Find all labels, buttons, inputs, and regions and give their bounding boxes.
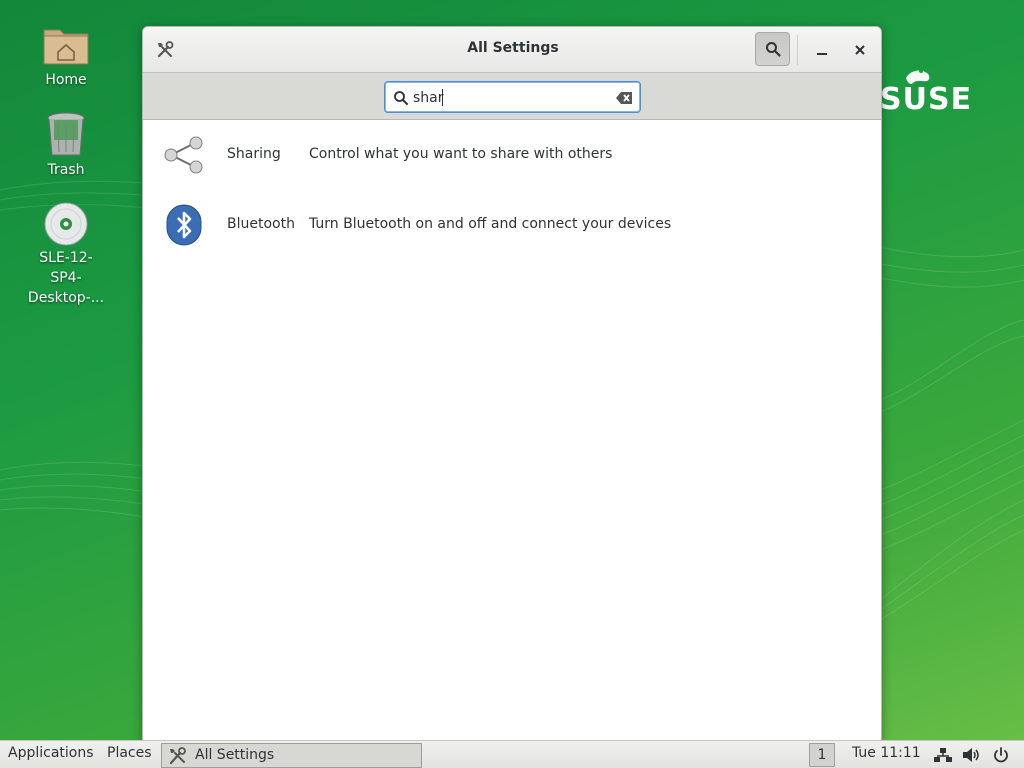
bottom-panel: Applications Places All Settings 1 Tue 1… — [0, 740, 1024, 768]
desktop-icon-label: Desktop-... — [27, 290, 105, 306]
close-button[interactable] — [845, 35, 875, 65]
clock[interactable]: Tue 11:11 — [852, 745, 921, 761]
bluetooth-icon — [166, 204, 202, 246]
desktop-icon-label: SLE-12- — [39, 250, 93, 266]
desktop-icon-label: Home — [45, 72, 87, 88]
result-description: Turn Bluetooth on and off and connect yo… — [309, 216, 672, 232]
result-row-bluetooth[interactable]: Bluetooth Turn Bluetooth on and off and … — [143, 190, 881, 260]
headerbar-separator — [797, 35, 798, 65]
places-menu[interactable]: Places — [107, 745, 152, 761]
settings-tools-icon — [157, 41, 174, 58]
minimize-icon — [817, 53, 827, 55]
search-toggle-button[interactable] — [755, 32, 790, 66]
search-icon — [394, 91, 408, 105]
close-icon — [855, 45, 865, 55]
desktop-icon-home[interactable]: Home — [26, 22, 106, 90]
clear-search-icon[interactable] — [615, 90, 633, 106]
workspace-switcher[interactable]: 1 — [809, 743, 835, 767]
disc-icon — [44, 202, 88, 246]
result-name: Bluetooth — [227, 216, 295, 232]
text-caret — [442, 89, 443, 106]
settings-tools-icon — [169, 747, 186, 765]
search-bar — [143, 73, 881, 120]
search-icon — [765, 42, 781, 57]
search-results-list: Sharing Control what you want to share w… — [143, 120, 881, 260]
minimize-button[interactable] — [807, 35, 837, 65]
suse-logo: SUSE — [880, 60, 982, 120]
result-description: Control what you want to share with othe… — [309, 146, 613, 162]
window-headerbar: All Settings — [143, 27, 881, 73]
home-folder-icon — [43, 29, 89, 65]
trash-icon — [47, 112, 85, 156]
result-row-sharing[interactable]: Sharing Control what you want to share w… — [143, 120, 881, 190]
suse-logo-text: SUSE — [880, 82, 973, 117]
taskbar-item-all-settings[interactable]: All Settings — [161, 743, 422, 768]
desktop-icon-label: Trash — [47, 162, 85, 178]
power-icon[interactable] — [992, 747, 1010, 763]
settings-window: All Settings shar Sharing Control what y… — [142, 26, 882, 742]
network-icon[interactable] — [934, 747, 952, 763]
volume-icon[interactable] — [962, 747, 980, 763]
desktop-icon-disc[interactable]: SLE-12- SP4- Desktop-... — [26, 202, 106, 308]
applications-menu[interactable]: Applications — [8, 745, 94, 761]
desktop-icon-trash[interactable]: Trash — [26, 112, 106, 180]
search-entry[interactable] — [384, 81, 641, 113]
result-name: Sharing — [227, 146, 281, 162]
taskbar-item-label: All Settings — [195, 747, 275, 763]
sharing-icon — [164, 136, 203, 174]
desktop-icon-label: SP4- — [50, 270, 82, 286]
